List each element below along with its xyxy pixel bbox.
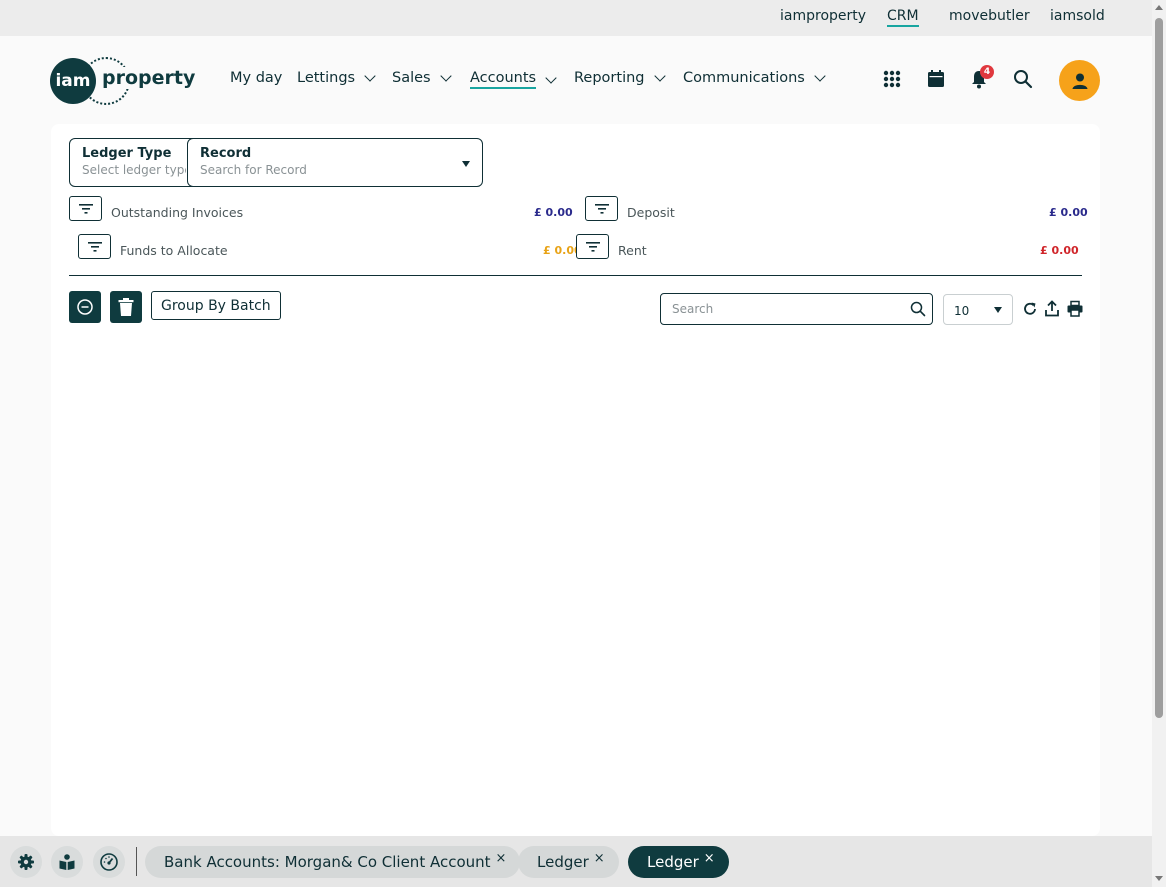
- user-avatar[interactable]: [1059, 60, 1100, 101]
- close-icon[interactable]: ×: [594, 851, 605, 866]
- filter-outstanding-invoices-button[interactable]: [69, 196, 102, 221]
- deposit-value: £ 0.00: [1049, 206, 1088, 219]
- nav-communications[interactable]: Communications: [683, 70, 826, 86]
- funds-to-allocate-label: Funds to Allocate: [120, 243, 228, 258]
- chevron-down-icon: [545, 71, 557, 84]
- scrollbar-thumb[interactable]: [1155, 18, 1163, 718]
- deposit-label: Deposit: [627, 205, 675, 220]
- filter-icon: [585, 241, 600, 252]
- nav-label: Reporting: [574, 70, 645, 86]
- export-icon[interactable]: [1043, 300, 1061, 318]
- chevron-down-icon: [364, 70, 376, 82]
- nav-label: Accounts: [470, 70, 537, 89]
- outstanding-invoices-value: £ 0.00: [534, 206, 573, 219]
- logo[interactable]: iam property: [50, 57, 198, 105]
- nav-label: My day: [230, 70, 283, 86]
- ledger-type-label: Ledger Type: [82, 146, 172, 161]
- table-search-input[interactable]: [672, 302, 902, 316]
- tab-bank-accounts[interactable]: Bank Accounts: Morgan& Co Client Account…: [145, 846, 521, 878]
- close-icon[interactable]: ×: [496, 851, 507, 866]
- reading-button[interactable]: [51, 846, 83, 878]
- nav-accounts[interactable]: Accounts: [470, 70, 557, 89]
- rent-label: Rent: [618, 243, 647, 258]
- minus-circle-icon: [77, 299, 93, 315]
- caret-down-icon: [462, 161, 470, 167]
- brand-link-crm[interactable]: CRM: [887, 8, 919, 27]
- record-select[interactable]: Record Search for Record: [187, 138, 483, 187]
- delete-button[interactable]: [110, 291, 142, 323]
- nav-label: Communications: [683, 70, 805, 86]
- nav-lettings[interactable]: Lettings: [297, 70, 376, 86]
- print-icon[interactable]: [1066, 300, 1084, 318]
- table-search: [660, 293, 933, 325]
- brand-link-iamsold[interactable]: iamsold: [1050, 8, 1105, 24]
- search-icon[interactable]: [1012, 68, 1034, 90]
- scroll-down-arrow[interactable]: [1155, 876, 1163, 881]
- scroll-up-arrow[interactable]: [1155, 5, 1163, 10]
- tab-label: Ledger: [537, 853, 589, 871]
- refresh-icon[interactable]: [1021, 300, 1039, 318]
- brand-link-movebutler[interactable]: movebutler: [949, 8, 1030, 24]
- brand-switcher: iamproperty CRM movebutler iamsold: [0, 0, 1152, 36]
- ledger-type-select[interactable]: Ledger Type Select ledger type: [69, 138, 199, 187]
- collapse-button[interactable]: [69, 291, 101, 323]
- book-reader-icon: [59, 854, 75, 870]
- apps-grid-icon[interactable]: [881, 68, 903, 90]
- page-scrollbar[interactable]: [1152, 0, 1166, 887]
- nav-my-day[interactable]: My day: [230, 70, 282, 86]
- nav-label: Sales: [392, 70, 431, 86]
- filter-rent-button[interactable]: [576, 234, 609, 259]
- filter-deposit-button[interactable]: [585, 196, 618, 221]
- taskbar-divider: [136, 847, 137, 876]
- nav-label: Lettings: [297, 70, 356, 86]
- filter-icon: [87, 241, 102, 252]
- trash-icon: [118, 298, 134, 316]
- record-label: Record: [200, 146, 252, 161]
- nav-reporting[interactable]: Reporting: [574, 70, 666, 86]
- filter-icon: [78, 203, 93, 214]
- search-icon[interactable]: [910, 301, 926, 317]
- rent-value: £ 0.00: [1040, 244, 1079, 257]
- filter-icon: [594, 203, 609, 214]
- gear-icon: [18, 854, 34, 870]
- user-icon: [1072, 73, 1087, 89]
- bottom-taskbar: Bank Accounts: Morgan& Co Client Account…: [0, 836, 1152, 887]
- group-by-batch-button[interactable]: Group By Batch: [151, 291, 281, 320]
- calendar-icon[interactable]: [925, 68, 947, 90]
- section-divider: [69, 275, 1082, 276]
- filter-funds-to-allocate-button[interactable]: [78, 234, 111, 259]
- record-placeholder: Search for Record: [200, 163, 307, 177]
- tab-ledger-active[interactable]: Ledger ×: [628, 846, 729, 878]
- gauge-icon: [100, 853, 118, 871]
- chevron-down-icon: [814, 70, 826, 82]
- close-icon[interactable]: ×: [704, 851, 715, 866]
- tab-label: Bank Accounts: Morgan& Co Client Account: [164, 853, 491, 871]
- tab-ledger[interactable]: Ledger ×: [518, 846, 619, 878]
- logo-mark: iam: [50, 58, 96, 104]
- main-header: iam property My day Lettings Sales Accou…: [0, 36, 1152, 124]
- chevron-down-icon: [653, 70, 666, 82]
- nav-sales[interactable]: Sales: [392, 70, 452, 86]
- dashboard-button[interactable]: [93, 846, 125, 878]
- page-size-value: 10: [954, 304, 970, 318]
- notification-badge: 4: [980, 65, 994, 79]
- settings-button[interactable]: [10, 846, 42, 878]
- chevron-down-icon: [439, 70, 452, 82]
- tab-label: Ledger: [647, 853, 699, 871]
- page-size-select[interactable]: 10: [943, 294, 1013, 325]
- outstanding-invoices-label: Outstanding Invoices: [111, 205, 244, 220]
- brand-link-iamproperty[interactable]: iamproperty: [780, 8, 866, 24]
- ledger-type-placeholder: Select ledger type: [82, 163, 186, 177]
- logo-word: property: [100, 67, 198, 89]
- ledger-panel: Ledger Type Select ledger type Record Se…: [51, 124, 1100, 836]
- caret-down-icon: [994, 307, 1002, 313]
